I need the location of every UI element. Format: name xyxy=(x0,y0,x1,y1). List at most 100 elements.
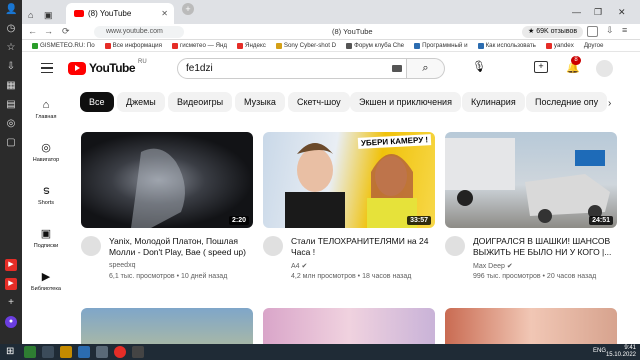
yandex-browser-taskbar-icon[interactable] xyxy=(114,346,126,358)
alice-icon[interactable]: ◎ xyxy=(5,118,17,130)
create-video-icon[interactable]: + xyxy=(534,61,548,73)
reviews-text: 69K отзывов xyxy=(536,28,578,35)
keyboard-icon[interactable] xyxy=(392,65,402,72)
filter-chips: Все Джемы Видеоигры Музыка Скетч-шоу Экш… xyxy=(80,92,634,112)
profile-icon[interactable]: 👤 xyxy=(5,4,17,16)
chip[interactable]: Последние опу xyxy=(526,92,608,112)
taskbar-app-icon[interactable] xyxy=(78,346,90,358)
thumbnail-people xyxy=(285,143,417,228)
channel-avatar[interactable] xyxy=(445,236,465,256)
chip[interactable]: Джемы xyxy=(117,92,165,112)
assistant-icon[interactable]: ● xyxy=(5,316,17,328)
chips-next-icon[interactable]: › xyxy=(608,98,611,109)
add-shortcut-icon[interactable]: + xyxy=(5,297,17,309)
clock-date: 15.10.2022 xyxy=(605,352,636,358)
minimize-icon[interactable]: — xyxy=(572,0,581,24)
shorts-icon: ട xyxy=(42,185,50,197)
bookmarks-bar: GISMETEO.RU: По Все информация гисметео … xyxy=(22,40,640,52)
video-duration: 33:57 xyxy=(407,216,431,225)
notification-count-badge: 8 xyxy=(571,56,581,65)
history-icon[interactable]: ◷ xyxy=(5,23,17,35)
chip[interactable]: Экшен и приключения xyxy=(350,92,461,112)
nav-explore[interactable]: ◎ Навигатор xyxy=(22,141,70,163)
new-tab-button[interactable]: + xyxy=(182,3,194,15)
forward-icon[interactable]: → xyxy=(44,26,53,36)
chip[interactable]: Скетч-шоу xyxy=(288,92,350,112)
url-field[interactable]: www.youtube.com xyxy=(94,26,184,38)
bookmark-item[interactable]: Программный и xyxy=(414,42,468,49)
nav-home[interactable]: ⌂ Главная xyxy=(22,98,70,120)
voice-search-icon[interactable]: 🎙 xyxy=(472,60,486,77)
channel-avatar[interactable] xyxy=(263,236,283,256)
taskbar-app-icon[interactable] xyxy=(132,346,144,358)
nav-library[interactable]: ▶ Библиотека xyxy=(22,270,70,292)
search-button[interactable]: ⌕ xyxy=(407,58,445,79)
close-tab-icon[interactable]: ✕ xyxy=(161,3,168,24)
avatar[interactable] xyxy=(596,60,613,77)
tab-youtube[interactable]: (8) YouTube ✕ xyxy=(66,3,174,24)
channel-name[interactable]: speedxq xyxy=(109,262,135,269)
video-thumbnail[interactable]: УБЕРИ КАМЕРУ ! 33:57 xyxy=(263,132,435,228)
video-title[interactable]: Yanix, Молодой Платон, Пошлая Молли - Do… xyxy=(109,236,257,258)
bookmark-item[interactable]: Sony Cyber-shot D xyxy=(275,42,336,49)
video-thumbnail[interactable] xyxy=(263,308,435,348)
youtube-shortcut-icon[interactable]: ▶ xyxy=(5,259,17,271)
channel-avatar[interactable] xyxy=(81,236,101,256)
youtube-music-shortcut-icon[interactable]: ▶ xyxy=(5,278,17,290)
chip[interactable]: Видеоигры xyxy=(168,92,233,112)
back-icon[interactable]: ← xyxy=(28,26,37,36)
youtube-logo[interactable]: YouTube RU xyxy=(68,59,147,75)
video-title[interactable]: ДОИГРАЛСЯ В ШАШКИ! ШАНСОВ ВЫЖИТЬ НЕ БЫЛО… xyxy=(473,236,623,258)
bookmark-item[interactable]: yandex xyxy=(545,42,574,49)
channel-name[interactable]: Max Deep ✔ xyxy=(473,262,513,270)
video-stats: 996 тыс. просмотров • 20 часов назад xyxy=(473,273,597,280)
video-thumbnail[interactable]: 24:51 xyxy=(445,132,617,228)
downloads-icon[interactable]: ⇩ xyxy=(5,61,17,73)
search-input[interactable]: fe1dzi ✕ xyxy=(177,58,417,79)
chip-all[interactable]: Все xyxy=(80,92,114,112)
menu-icon[interactable]: ≡ xyxy=(622,25,627,35)
chip[interactable]: Музыка xyxy=(235,92,285,112)
nav-subscriptions[interactable]: ▣ Подписки xyxy=(22,227,70,249)
channel-name[interactable]: A4 ✔ xyxy=(291,262,307,270)
bookmark-item[interactable]: Как использовать xyxy=(477,42,536,49)
nav-shorts[interactable]: ട Shorts xyxy=(22,184,70,206)
video-duration: 2:20 xyxy=(228,216,249,225)
video-thumbnail[interactable]: 2:20 xyxy=(81,132,253,228)
taskbar-app-icon[interactable] xyxy=(24,346,36,358)
taskbar-app-icon[interactable] xyxy=(60,346,72,358)
reviews-badge[interactable]: ★ 69K отзывов xyxy=(522,26,584,38)
bookmark-item[interactable]: гисметео — Янд xyxy=(171,42,227,49)
close-window-icon[interactable]: ✕ xyxy=(618,0,626,24)
maximize-icon[interactable]: ❐ xyxy=(594,0,602,24)
hamburger-menu-icon[interactable] xyxy=(41,63,53,73)
windows-taskbar: ⊞ ENG 9:41 15.10.2022 xyxy=(0,344,640,360)
video-thumbnail[interactable] xyxy=(445,308,617,348)
bookmark-item[interactable]: GISMETEO.RU: По xyxy=(32,42,95,49)
extensions-icon[interactable]: ▦ xyxy=(5,80,17,92)
extension-icon[interactable] xyxy=(587,26,598,37)
page-title: (8) YouTube xyxy=(332,27,373,36)
notes-icon[interactable]: ▤ xyxy=(5,99,17,111)
bookmark-item[interactable]: Яндекс xyxy=(237,42,266,49)
video-stats: 6,1 тыс. просмотров • 10 дней назад xyxy=(109,273,228,280)
start-icon[interactable]: ⊞ xyxy=(6,346,18,358)
video-title[interactable]: Стали ТЕЛОХРАНИТЕЛЯМИ на 24 Часа ! xyxy=(291,236,439,258)
language-indicator[interactable]: ENG xyxy=(593,348,606,354)
chip[interactable]: Кулинария xyxy=(462,92,525,112)
bookmarks-icon[interactable]: ☆ xyxy=(5,42,17,54)
media-icon[interactable]: ▢ xyxy=(5,137,17,149)
bookmark-item[interactable]: Все информация xyxy=(104,42,162,49)
video-thumbnail[interactable] xyxy=(81,308,253,348)
video-stats: 4,2 млн просмотров • 18 часов назад xyxy=(291,273,412,280)
library-icon: ▶ xyxy=(41,271,51,283)
taskbar-app-icon[interactable] xyxy=(96,346,108,358)
taskbar-app-icon[interactable] xyxy=(42,346,54,358)
downloads-button-icon[interactable]: ⇩ xyxy=(606,25,614,36)
youtube-favicon xyxy=(74,10,84,17)
tab-title: (8) YouTube xyxy=(88,9,132,18)
clock[interactable]: 9:41 15.10.2022 xyxy=(606,345,636,359)
bookmark-item[interactable]: Форум клуба Che xyxy=(346,42,404,49)
bookmark-other[interactable]: Другое xyxy=(584,42,604,49)
reload-icon[interactable]: ⟳ xyxy=(62,26,70,37)
